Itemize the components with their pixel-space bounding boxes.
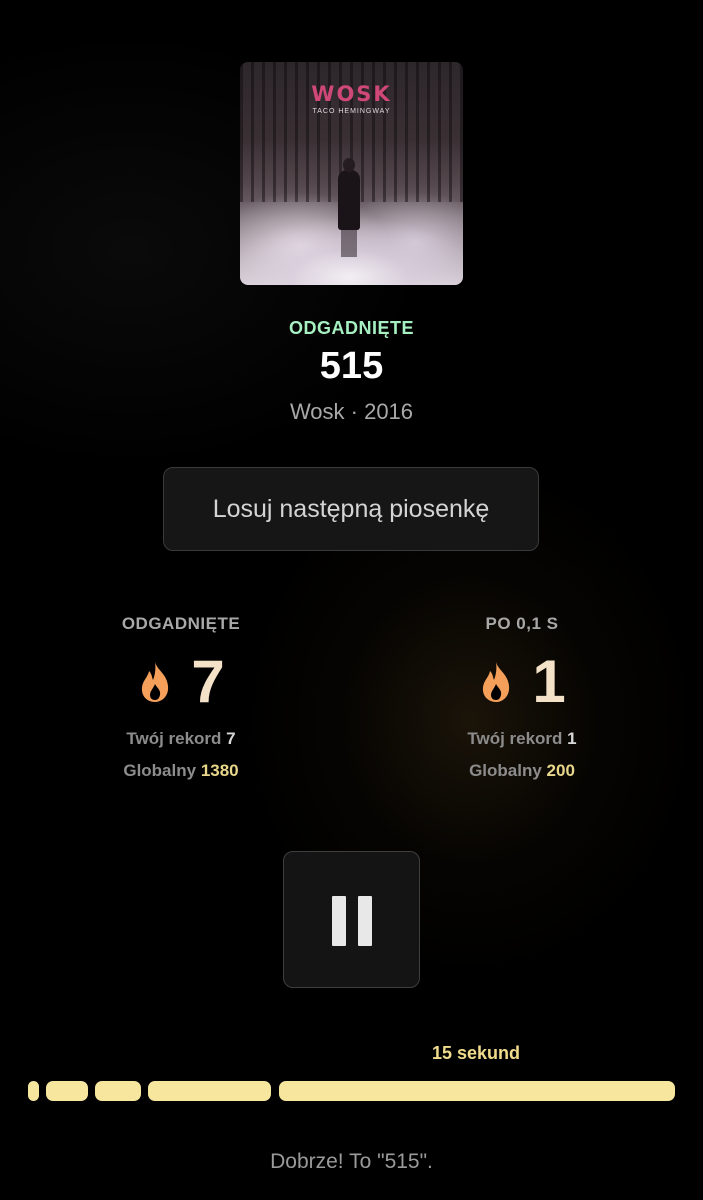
stat-guessed: ODGADNIĘTE 7 Twój rekord 7 Globalny 1380 (61, 612, 301, 787)
game-screen: WOSK TACO HEMINGWAY ODGADNIĘTE 515 Wosk … (0, 0, 703, 1200)
album-cover-title: WOSK (311, 82, 392, 106)
stat-label: PO 0,1 S (485, 614, 559, 633)
global-record: Globalny 1380 (123, 761, 239, 780)
next-song-button[interactable]: Losuj następną piosenkę (163, 467, 539, 551)
streak-count: 1 (532, 648, 566, 715)
personal-record-value: 1 (567, 729, 577, 748)
progress-segment (46, 1081, 88, 1101)
personal-record-value: 7 (226, 729, 236, 748)
progress-segment (95, 1081, 141, 1101)
result-status: ODGADNIĘTE (288, 318, 414, 338)
song-album-year: Wosk · 2016 (289, 399, 414, 424)
global-record: Globalny 200 (469, 761, 575, 780)
progress-segment (279, 1081, 675, 1101)
song-title: 515 (319, 345, 384, 387)
clip-length-label: 15 sekund (431, 1043, 521, 1063)
personal-record: Twój rekord 1 (467, 729, 577, 748)
album-cover: WOSK TACO HEMINGWAY (240, 62, 463, 285)
streak-count: 7 (191, 648, 225, 715)
personal-record: Twój rekord 7 (126, 729, 236, 748)
album-cover-artist: TACO HEMINGWAY (312, 108, 391, 115)
feedback-message: Dobrze! To "515". (270, 1150, 433, 1173)
progress-segment (28, 1081, 39, 1101)
global-record-value: 1380 (200, 761, 239, 780)
progress-segment (148, 1081, 271, 1101)
global-record-value: 200 (546, 761, 575, 780)
pause-button[interactable] (283, 851, 420, 988)
flame-icon (142, 662, 169, 702)
stat-fast-guess: PO 0,1 S 1 Twój rekord 1 Globalny 200 (402, 612, 642, 787)
flame-icon (483, 662, 510, 702)
stat-label: ODGADNIĘTE (121, 614, 241, 633)
